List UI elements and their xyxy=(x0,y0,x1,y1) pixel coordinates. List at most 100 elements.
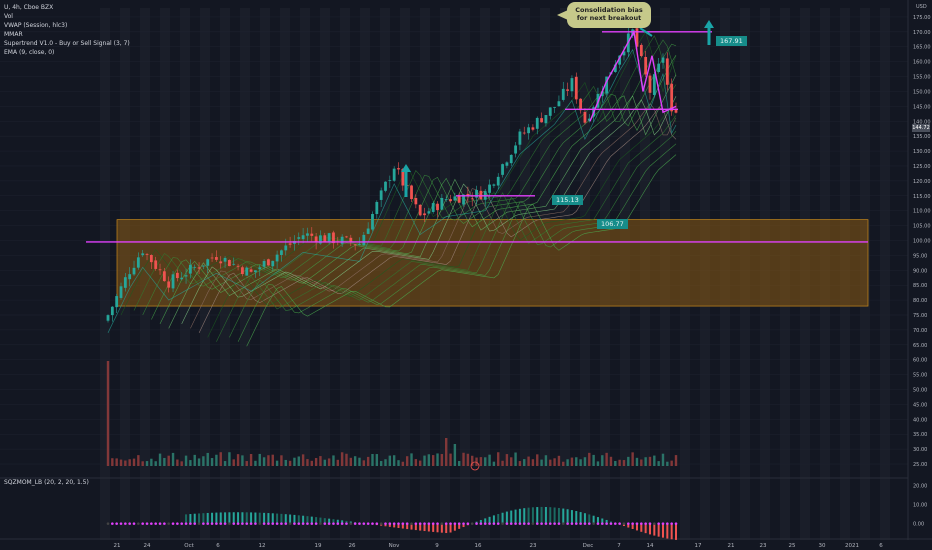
squeeze-dot xyxy=(327,522,331,525)
squeeze-dot xyxy=(336,522,340,525)
volume-bar xyxy=(115,458,118,466)
volume-bar xyxy=(635,457,639,466)
candle-body xyxy=(488,184,491,193)
candle-body xyxy=(553,107,556,108)
candle-body xyxy=(449,199,452,202)
volume-bar xyxy=(375,454,379,466)
candle-body xyxy=(657,63,661,73)
candle-body xyxy=(514,145,517,154)
momentum-bar xyxy=(531,507,534,524)
price-label-low[interactable]: 106.77 xyxy=(597,219,628,229)
candle-body xyxy=(453,196,457,201)
squeeze-dot xyxy=(410,522,413,525)
candle-body xyxy=(206,259,210,266)
squeeze-dot xyxy=(453,522,457,525)
volume-bar xyxy=(128,459,131,466)
candle-body xyxy=(414,197,418,205)
volume-bar xyxy=(362,460,366,466)
squeeze-dot xyxy=(622,522,626,525)
consolidation-callout[interactable]: Consolidation bias for next breakout xyxy=(567,2,651,28)
volume-bar xyxy=(293,457,296,466)
volume-bar xyxy=(275,460,279,466)
x-tick-label: Nov xyxy=(389,543,400,549)
volume-bar xyxy=(670,460,673,466)
squeeze-dot xyxy=(106,522,110,525)
x-tick-label: 30 xyxy=(819,543,826,549)
momentum-bar xyxy=(258,512,261,524)
squeeze-dot xyxy=(184,522,188,525)
squeeze-dot xyxy=(496,522,500,525)
candle-body xyxy=(427,211,431,214)
squeeze-dot xyxy=(171,522,175,525)
x-tick-label: 23 xyxy=(530,543,537,549)
momentum-bar xyxy=(670,523,673,540)
momentum-bar xyxy=(562,508,565,524)
momentum-bar xyxy=(211,512,214,524)
volume-bar xyxy=(566,459,569,466)
candle-body xyxy=(652,74,656,96)
x-tick-label: Oct xyxy=(184,543,194,549)
volume-bar xyxy=(280,455,283,466)
y-tick-label: 85.00 xyxy=(913,283,927,289)
candle-body xyxy=(475,189,478,198)
candle-body xyxy=(492,184,496,186)
momentum-bar xyxy=(224,512,227,524)
squeeze-dot xyxy=(384,522,387,525)
squeeze-dot xyxy=(436,522,439,525)
squeeze-dot xyxy=(457,522,461,525)
momentum-bar xyxy=(666,523,669,539)
volume-bar xyxy=(301,454,305,466)
volume-bar xyxy=(531,459,535,466)
volume-bar xyxy=(323,459,326,466)
price-label-top[interactable]: 167.91 xyxy=(716,36,747,46)
momentum-bar xyxy=(653,523,656,536)
squeeze-dot xyxy=(163,522,166,525)
price-label-mid[interactable]: 115.13 xyxy=(552,195,583,205)
volume-bar xyxy=(332,455,335,466)
candle-body xyxy=(306,233,309,236)
squeeze-dot xyxy=(297,522,301,525)
volume-bar xyxy=(562,461,565,466)
volume-bar xyxy=(570,457,574,466)
x-tick-label: 21 xyxy=(114,543,121,549)
candle-body xyxy=(574,76,578,100)
volume-bar xyxy=(314,458,318,466)
candle-body xyxy=(297,237,301,239)
candle-body xyxy=(193,266,197,268)
candle-body xyxy=(249,269,253,272)
candle-body xyxy=(388,180,392,181)
candle-body xyxy=(175,272,179,279)
osc-tick-label: 10.00 xyxy=(913,503,927,509)
momentum-bar xyxy=(185,514,188,524)
candle-body xyxy=(423,213,426,216)
squeeze-dot xyxy=(666,522,669,525)
volume-bar xyxy=(228,452,231,466)
squeeze-dot xyxy=(353,522,357,525)
squeeze-dot xyxy=(245,522,249,525)
squeeze-dot xyxy=(600,522,604,525)
squeeze-dot xyxy=(397,522,400,525)
squeeze-dot xyxy=(544,522,548,525)
volume-bar xyxy=(111,458,114,466)
volume-bar xyxy=(536,454,539,466)
volume-bar xyxy=(449,453,452,466)
squeeze-dot xyxy=(371,522,374,525)
symbol-line: U, 4h, Cboe BZX xyxy=(4,4,54,11)
volume-bar xyxy=(405,456,409,466)
indicator-vwap: VWAP (Session, hlc3) xyxy=(4,22,68,29)
volume-bar xyxy=(171,452,175,466)
candle-body xyxy=(509,154,513,164)
volume-bar xyxy=(349,457,353,466)
squeeze-dot xyxy=(535,522,539,525)
x-tick-label: Dec xyxy=(583,543,594,549)
candle-body xyxy=(457,196,461,203)
squeeze-dot xyxy=(418,522,422,525)
x-tick-label: 6 xyxy=(879,543,883,549)
candle-body xyxy=(674,110,678,113)
y-tick-label: 170.00 xyxy=(913,30,931,36)
y-tick-label: 155.00 xyxy=(913,75,931,81)
squeeze-dot xyxy=(548,522,552,525)
candle-body xyxy=(210,257,214,259)
volume-bar xyxy=(549,459,552,466)
candle-body xyxy=(310,233,314,236)
